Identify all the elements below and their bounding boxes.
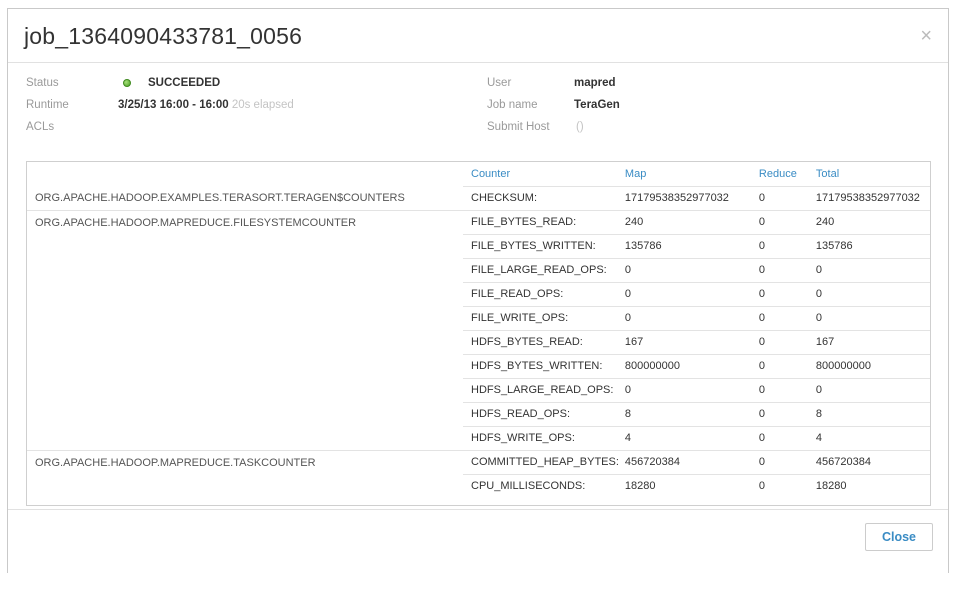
total-value: 0 — [809, 257, 930, 282]
counter-name: HDFS_READ_OPS: — [463, 401, 619, 426]
counters-table-container: Counter Map Reduce Total ORG.APACHE.HADO… — [26, 161, 931, 506]
reduce-value: 0 — [752, 425, 810, 450]
total-value: 240 — [809, 209, 930, 234]
map-value: 456720384 — [618, 449, 753, 474]
map-value: 135786 — [618, 233, 753, 258]
counter-name: FILE_WRITE_OPS: — [463, 305, 619, 330]
map-value: 8 — [618, 401, 753, 426]
total-value: 800000000 — [809, 353, 930, 378]
total-value: 0 — [809, 377, 930, 402]
counter-row: ORG.APACHE.HADOOP.MAPREDUCE.TASKCOUNTER C… — [27, 449, 930, 498]
total-value: 18280 — [809, 473, 930, 498]
counter-group-name: ORG.APACHE.HADOOP.MAPREDUCE.FILESYSTEMCO… — [27, 209, 463, 450]
runtime-label: Runtime — [26, 99, 69, 111]
counter-group-name: ORG.APACHE.HADOOP.EXAMPLES.TERASORT.TERA… — [35, 192, 405, 204]
counter-name: HDFS_WRITE_OPS: — [463, 425, 619, 450]
counter-header[interactable]: Counter — [463, 162, 619, 186]
reduce-value: 0 — [752, 281, 810, 306]
reduce-value: 0 — [752, 329, 810, 354]
map-value: 0 — [618, 281, 753, 306]
counter-name: HDFS_BYTES_READ: — [463, 329, 619, 354]
runtime-elapsed: 20s elapsed — [231, 99, 294, 111]
map-value: 0 — [618, 377, 753, 402]
status-indicator-icon — [123, 79, 131, 87]
reduce-value: 0 — [752, 185, 810, 210]
modal-footer: Close — [8, 509, 948, 574]
counter-name: COMMITTED_HEAP_BYTES: — [463, 449, 619, 474]
reduce-value: 0 — [752, 257, 810, 282]
reduce-header[interactable]: Reduce — [753, 162, 810, 186]
total-value: 4 — [809, 425, 930, 450]
map-header[interactable]: Map — [619, 162, 753, 186]
runtime-range: 3/25/13 16:00 - 16:00 — [118, 99, 229, 111]
reduce-value: 0 — [752, 377, 810, 402]
counter-name: FILE_LARGE_READ_OPS: — [463, 257, 619, 282]
reduce-value: 0 — [752, 305, 810, 330]
map-value: 240 — [618, 209, 753, 234]
group-header — [27, 162, 463, 186]
job-meta: Status SUCCEEDED Runtime 3/25/13 16:00 -… — [26, 77, 926, 157]
counter-name: FILE_READ_OPS: — [463, 281, 619, 306]
close-button[interactable]: Close — [865, 523, 933, 551]
submithost-value: () — [576, 121, 584, 133]
total-value: 0 — [809, 305, 930, 330]
user-value: mapred — [574, 77, 616, 89]
total-value: 167 — [809, 329, 930, 354]
map-value: 800000000 — [618, 353, 753, 378]
total-value: 8 — [809, 401, 930, 426]
map-value: 4 — [618, 425, 753, 450]
reduce-value: 0 — [752, 449, 810, 474]
modal-title: job_1364090433781_0056 — [24, 23, 303, 49]
counter-name: CPU_MILLISECONDS: — [463, 473, 619, 498]
total-value: 17179538352977032 — [809, 185, 930, 210]
jobname-label: Job name — [487, 99, 538, 111]
map-value: 167 — [618, 329, 753, 354]
map-value: 0 — [618, 257, 753, 282]
reduce-value: 0 — [752, 209, 810, 234]
counter-name: FILE_BYTES_WRITTEN: — [463, 233, 619, 258]
counters-table: Counter Map Reduce Total ORG.APACHE.HADO… — [27, 162, 930, 498]
status-label: Status — [26, 77, 59, 89]
reduce-value: 0 — [752, 353, 810, 378]
reduce-value: 0 — [752, 233, 810, 258]
total-header[interactable]: Total — [810, 162, 930, 186]
close-icon[interactable]: × — [920, 26, 932, 46]
user-label: User — [487, 77, 512, 89]
submithost-label: Submit Host — [487, 121, 550, 133]
total-value: 456720384 — [809, 449, 930, 474]
counter-name: FILE_BYTES_READ: — [463, 209, 619, 234]
counter-row: ORG.APACHE.HADOOP.MAPREDUCE.FILESYSTEMCO… — [27, 209, 930, 450]
total-value: 0 — [809, 281, 930, 306]
counter-name: CHECKSUM: — [463, 185, 619, 210]
total-value: 135786 — [809, 233, 930, 258]
jobname-value: TeraGen — [574, 99, 620, 111]
counters-table-body: ORG.APACHE.HADOOP.EXAMPLES.TERASORT.TERA… — [27, 185, 930, 498]
map-value: 17179538352977032 — [618, 185, 753, 210]
reduce-value: 0 — [752, 401, 810, 426]
acls-label: ACLs — [26, 121, 55, 133]
map-value: 0 — [618, 305, 753, 330]
counters-header-row: Counter Map Reduce Total — [27, 162, 930, 186]
status-value: SUCCEEDED — [148, 77, 221, 89]
counter-row: ORG.APACHE.HADOOP.EXAMPLES.TERASORT.TERA… — [27, 185, 930, 210]
counter-name: HDFS_LARGE_READ_OPS: — [463, 377, 619, 402]
runtime-value: 3/25/13 16:00 - 16:00 20s elapsed — [118, 99, 294, 111]
counter-group-name: ORG.APACHE.HADOOP.MAPREDUCE.TASKCOUNTER — [27, 449, 463, 498]
job-details-modal: job_1364090433781_0056 × Status SUCCEEDE… — [7, 8, 949, 573]
reduce-value: 0 — [752, 473, 810, 498]
map-value: 18280 — [618, 473, 753, 498]
modal-header: job_1364090433781_0056 × — [8, 9, 948, 63]
counter-name: HDFS_BYTES_WRITTEN: — [463, 353, 619, 378]
